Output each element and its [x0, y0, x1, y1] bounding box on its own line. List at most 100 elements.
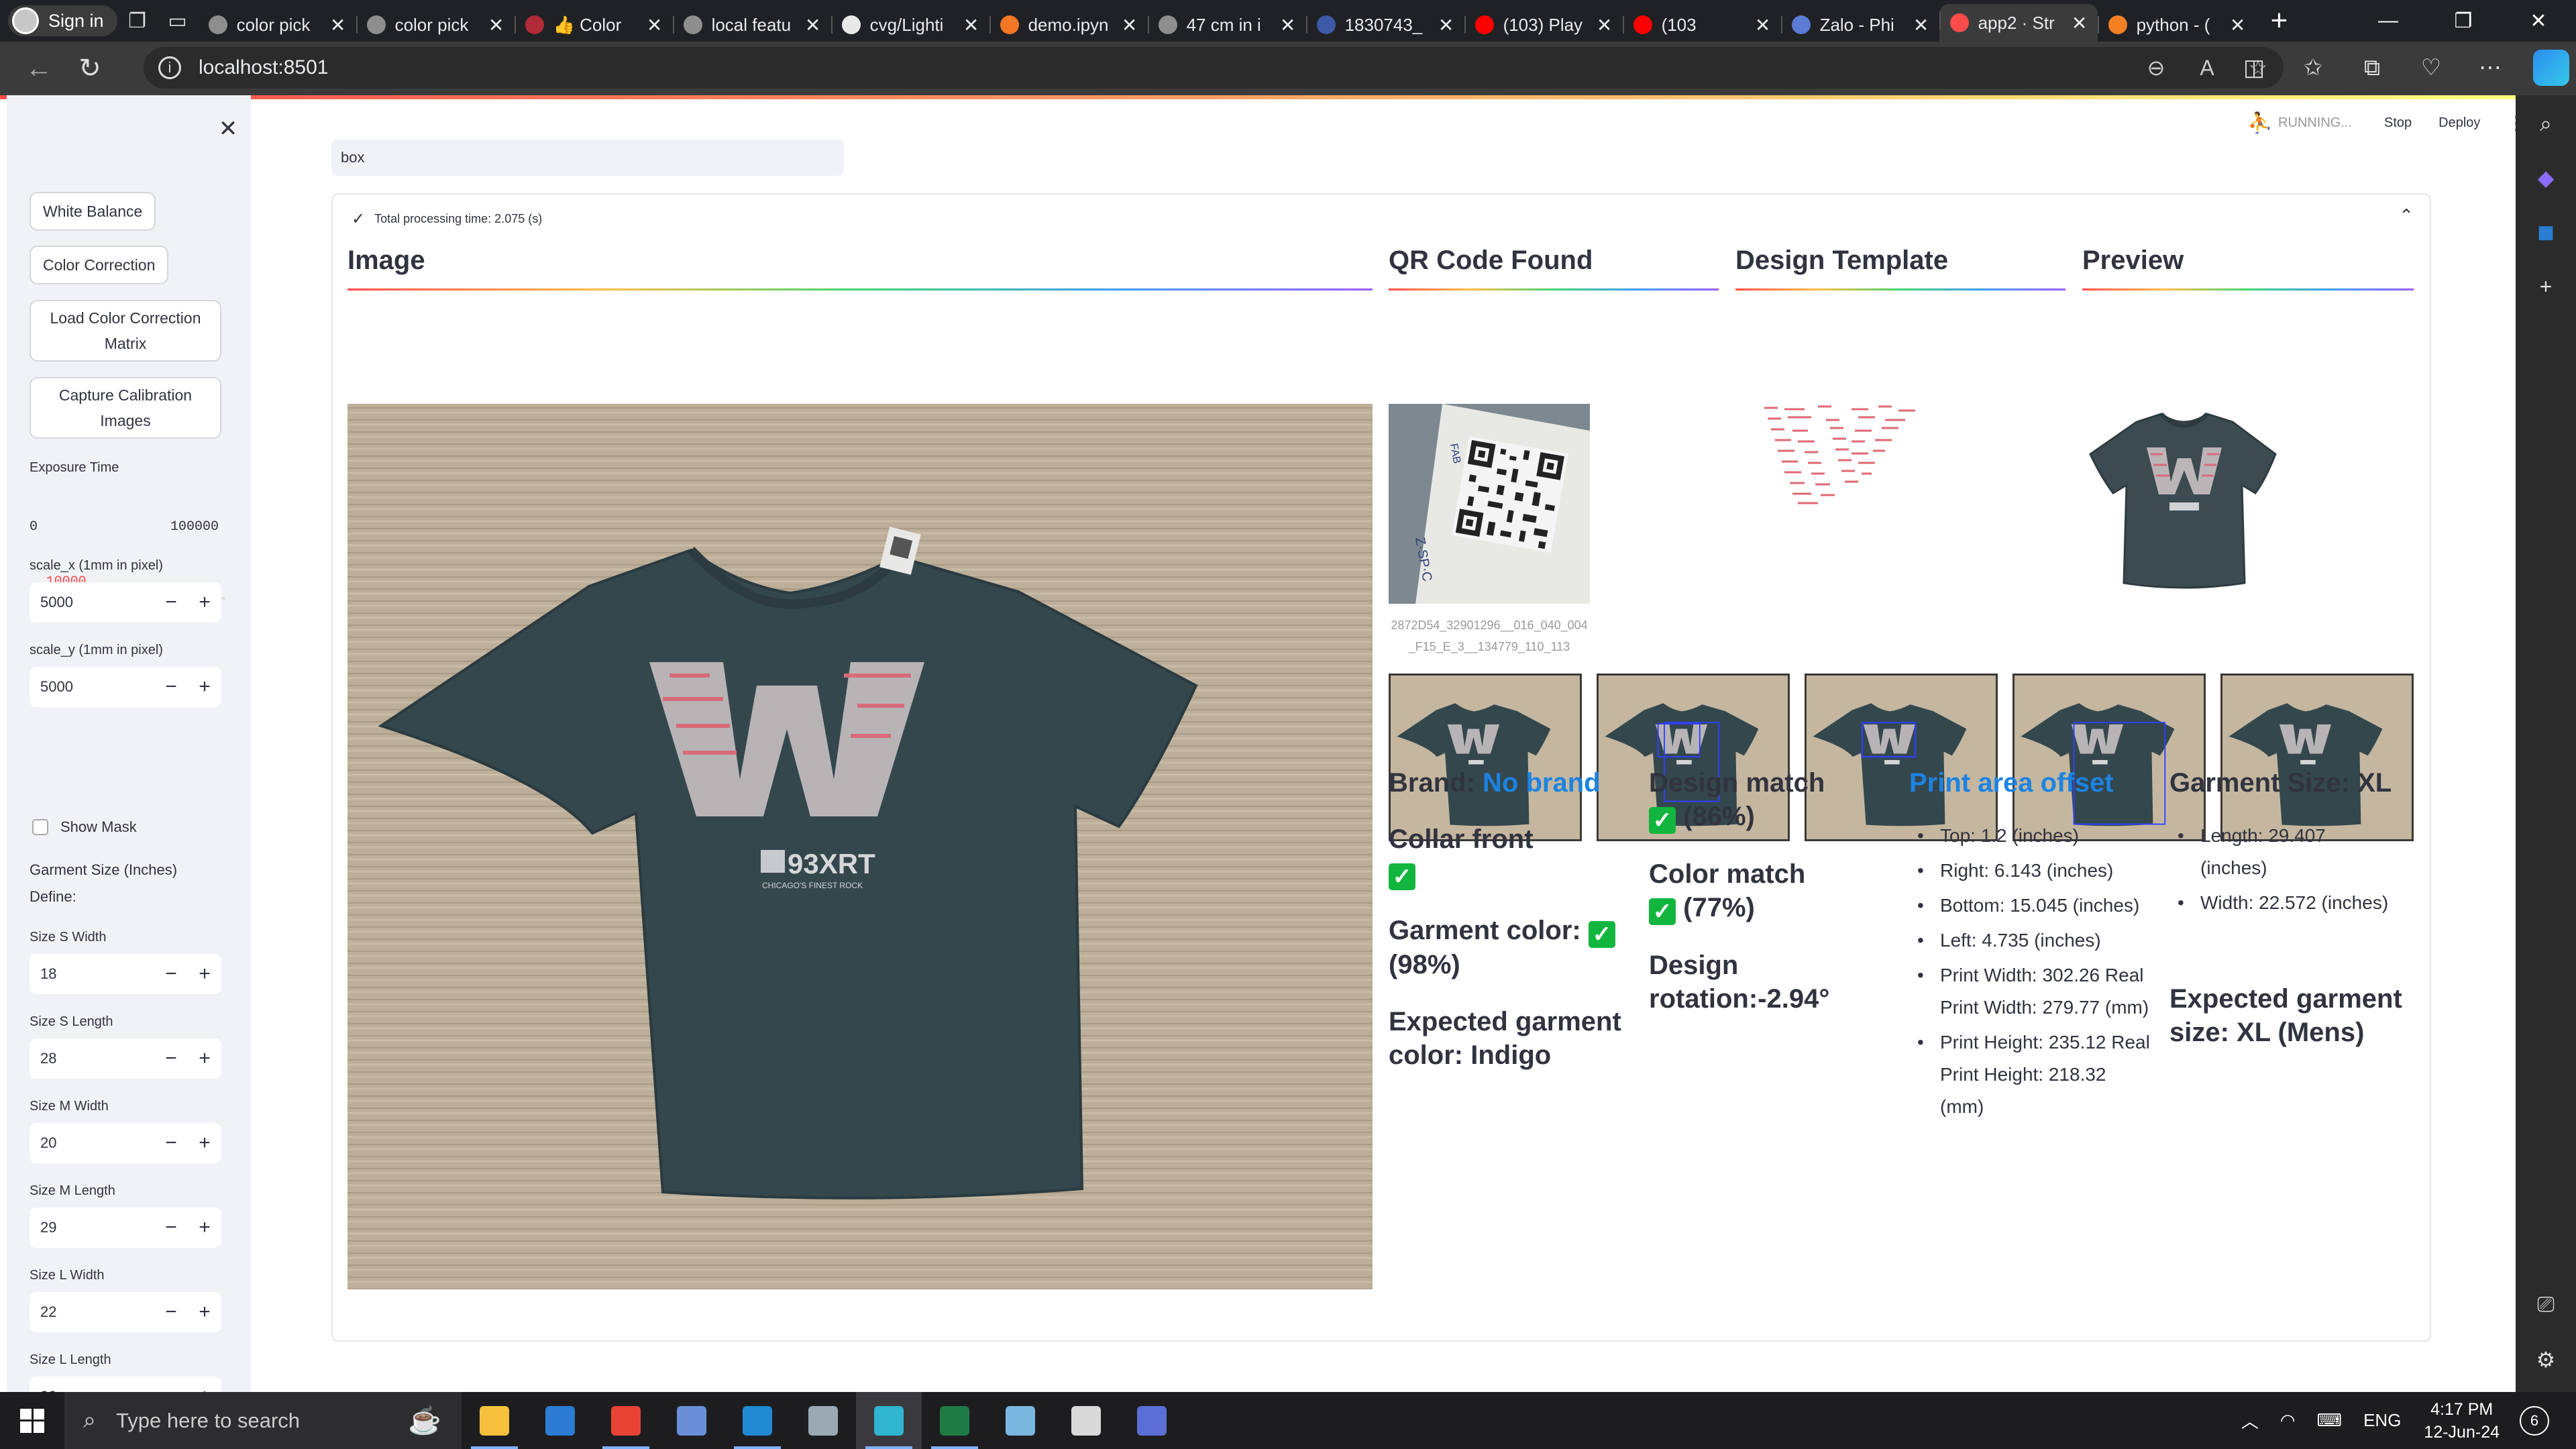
- close-tab-icon[interactable]: ✕: [1911, 14, 1931, 36]
- size-number-input[interactable]: 28 − +: [30, 1038, 221, 1079]
- taskbar-app-edge[interactable]: [856, 1392, 922, 1449]
- scale-y-increment-button[interactable]: +: [188, 676, 221, 698]
- taskbar-search[interactable]: ⌕ Type here to search ☕: [64, 1392, 462, 1449]
- site-info-icon[interactable]: i: [158, 56, 181, 79]
- keyboard-icon[interactable]: ⌨: [2317, 1410, 2343, 1431]
- size-number-input[interactable]: 29 − +: [30, 1208, 221, 1248]
- split-screen-icon[interactable]: ◫: [2224, 54, 2284, 81]
- copilot-sidebar-icon[interactable]: ◆: [2530, 162, 2561, 193]
- text-input[interactable]: box: [331, 140, 844, 176]
- browser-tab[interactable]: demo.ipyn ✕: [989, 8, 1148, 42]
- expander-header[interactable]: ✓ Total processing time: 2.075 (s): [352, 209, 542, 229]
- new-tab-button[interactable]: +: [2271, 4, 2288, 38]
- reload-icon[interactable]: ↻: [64, 43, 115, 94]
- scale-x-increment-button[interactable]: +: [188, 591, 221, 614]
- taskbar-app-chrome[interactable]: [593, 1392, 659, 1449]
- white-balance-button[interactable]: White Balance: [30, 192, 156, 231]
- taskbar-app-app[interactable]: [987, 1392, 1053, 1449]
- browser-tab[interactable]: 👍 Color ✕: [514, 8, 673, 42]
- decrement-button[interactable]: −: [154, 963, 188, 985]
- notification-center-icon[interactable]: 6: [2520, 1405, 2549, 1436]
- taskbar-app-calculator[interactable]: [1119, 1392, 1185, 1449]
- close-window-icon[interactable]: ✕: [2501, 0, 2576, 42]
- browser-tab[interactable]: local featu ✕: [672, 8, 831, 42]
- browser-tab[interactable]: color pick ✕: [356, 8, 515, 42]
- browser-tab[interactable]: (103 ✕: [1622, 8, 1781, 42]
- close-tab-icon[interactable]: ✕: [1753, 14, 1773, 36]
- restore-icon[interactable]: ❐: [2426, 0, 2501, 42]
- decrement-button[interactable]: −: [154, 1301, 188, 1324]
- close-tab-icon[interactable]: ✕: [1278, 14, 1298, 36]
- favorites-icon[interactable]: ✩: [2284, 54, 2343, 81]
- tray-chevron-icon[interactable]: ︿: [2241, 1408, 2259, 1433]
- increment-button[interactable]: +: [188, 1301, 221, 1324]
- show-mask-checkbox[interactable]: Show Mask: [32, 818, 137, 836]
- close-tab-icon[interactable]: ✕: [1595, 14, 1615, 36]
- minimize-icon[interactable]: —: [2351, 0, 2426, 42]
- browser-tab[interactable]: python - (✕: [2097, 8, 2256, 42]
- increment-button[interactable]: +: [188, 1216, 221, 1239]
- browser-tab[interactable]: app2 · Str ✕: [1939, 4, 2098, 42]
- clock[interactable]: 4:17 PM 12-Jun-24: [2424, 1398, 2500, 1444]
- scale-y-decrement-button[interactable]: −: [154, 676, 188, 698]
- increment-button[interactable]: +: [188, 963, 221, 985]
- add-icon[interactable]: +: [2530, 271, 2561, 302]
- taskbar-app-vscode[interactable]: [724, 1392, 790, 1449]
- outlook-icon[interactable]: ◼: [2530, 216, 2561, 247]
- scale-x-input[interactable]: 5000 − +: [30, 582, 221, 623]
- close-tab-icon[interactable]: ✕: [328, 14, 348, 36]
- settings-gear-icon[interactable]: ⚙: [2530, 1344, 2561, 1375]
- browser-tab[interactable]: Zalo - Phi ✕: [1780, 8, 1939, 42]
- color-correction-button[interactable]: Color Correction: [30, 246, 169, 284]
- size-number-input[interactable]: 20 − +: [30, 1123, 221, 1163]
- close-tab-icon[interactable]: ✕: [2228, 14, 2248, 36]
- network-icon[interactable]: ◠: [2280, 1410, 2296, 1431]
- main-menu-icon[interactable]: ⋮: [2507, 112, 2516, 134]
- zoom-icon[interactable]: ⊖: [2131, 55, 2182, 80]
- more-icon[interactable]: ⋯: [2461, 54, 2520, 81]
- browser-tab[interactable]: (103) Play ✕: [1464, 8, 1623, 42]
- browser-tab[interactable]: color pick ✕: [198, 8, 356, 42]
- browser-tab[interactable]: cvg/Lighti ✕: [830, 8, 989, 42]
- browser-essentials-icon[interactable]: ♡: [2402, 54, 2461, 81]
- taskbar-app-file-explorer[interactable]: [462, 1392, 527, 1449]
- screenshot-icon[interactable]: ⎚: [2530, 1289, 2561, 1320]
- close-tab-icon[interactable]: ✕: [1120, 14, 1140, 36]
- close-tab-icon[interactable]: ✕: [803, 14, 823, 36]
- capture-calibration-images-button[interactable]: Capture Calibration Images: [30, 377, 221, 439]
- copilot-icon[interactable]: [2533, 50, 2569, 86]
- browser-tab[interactable]: 1830743_ ✕: [1305, 8, 1464, 42]
- taskbar-app-app[interactable]: [790, 1392, 856, 1449]
- taskbar-app-store[interactable]: [527, 1392, 593, 1449]
- scale-y-input[interactable]: 5000 − +: [30, 667, 221, 707]
- scale-x-decrement-button[interactable]: −: [154, 591, 188, 614]
- increment-button[interactable]: +: [188, 1047, 221, 1070]
- stop-button[interactable]: Stop: [2384, 115, 2412, 131]
- close-tab-icon[interactable]: ✕: [961, 14, 981, 36]
- close-tab-icon[interactable]: ✕: [645, 14, 665, 36]
- size-number-input[interactable]: 22 − +: [30, 1292, 221, 1332]
- back-icon[interactable]: ←: [13, 43, 64, 94]
- workspaces-icon[interactable]: ❐: [117, 4, 158, 38]
- close-tab-icon[interactable]: ✕: [486, 14, 506, 36]
- close-sidebar-icon[interactable]: ✕: [208, 109, 248, 149]
- taskbar-app-app[interactable]: [1053, 1392, 1119, 1449]
- close-tab-icon[interactable]: ✕: [2070, 12, 2090, 34]
- browser-tab[interactable]: 47 cm in i ✕: [1147, 8, 1306, 42]
- taskbar-app-app[interactable]: [659, 1392, 724, 1449]
- taskbar-app-excel[interactable]: [922, 1392, 987, 1449]
- decrement-button[interactable]: −: [154, 1216, 188, 1239]
- language-indicator[interactable]: ENG: [2363, 1410, 2401, 1431]
- search-icon[interactable]: ⌕: [2530, 109, 2561, 140]
- url-field[interactable]: i localhost:8501 ⊖ A ☆: [144, 47, 2284, 89]
- close-tab-icon[interactable]: ✕: [1436, 14, 1456, 36]
- profile-button[interactable]: Sign in: [8, 5, 117, 36]
- decrement-button[interactable]: −: [154, 1385, 188, 1392]
- size-number-input[interactable]: 30−+: [30, 1377, 221, 1392]
- start-button[interactable]: [0, 1392, 64, 1449]
- decrement-button[interactable]: −: [154, 1132, 188, 1155]
- chevron-up-icon[interactable]: ⌃: [2399, 205, 2414, 226]
- size-number-input[interactable]: 18 − +: [30, 954, 221, 994]
- show-mask-box[interactable]: [32, 819, 48, 835]
- collections-icon[interactable]: ⧉: [2343, 55, 2402, 81]
